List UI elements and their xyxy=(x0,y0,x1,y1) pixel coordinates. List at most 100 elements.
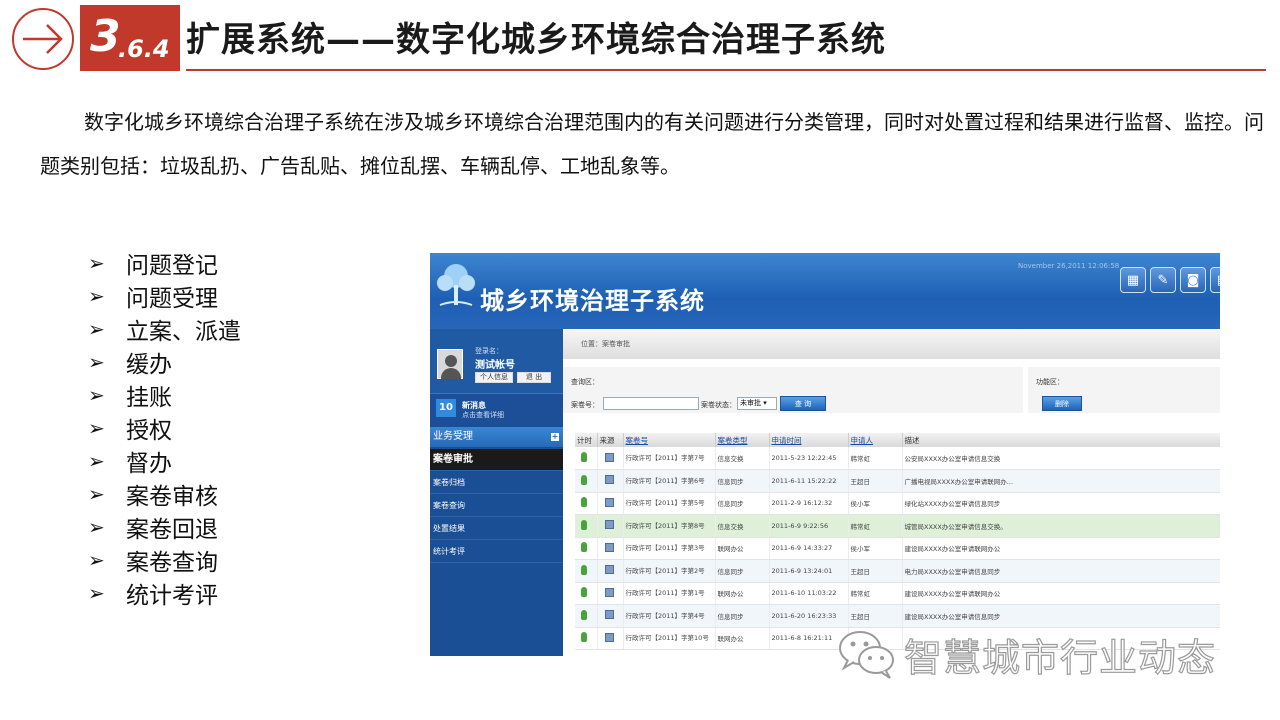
calculator-icon[interactable]: ▦ xyxy=(1120,267,1146,293)
feature-item: ➢ 督办 xyxy=(88,444,241,477)
feature-label: 问题登记 xyxy=(126,252,218,279)
table-header-row: 计时 来源 案卷号 案卷类型 申请时间 申请人 描述 xyxy=(575,433,1220,447)
feature-label: 授权 xyxy=(126,417,172,444)
search-panel: 查询区： 案卷号： 案卷状态： 未审批 ▾ 查 询 xyxy=(563,367,1023,413)
feature-label: 挂账 xyxy=(126,384,172,411)
logout-button[interactable]: 退 出 xyxy=(517,372,551,383)
feature-list: ➢ 问题登记 ➢ 问题受理 ➢ 立案、派遣 ➢ 缓办 ➢ 挂账 ➢ 授权 ➢ 督办 ➢ 案卷审核… xyxy=(88,246,241,609)
applicant-cell: 侯小军 xyxy=(848,537,903,560)
notepad-icon[interactable]: ✎ xyxy=(1150,267,1176,293)
column-header-description: 描述 xyxy=(902,433,1220,447)
apply-time-cell: 2011-6-9 9:22:56 xyxy=(769,514,849,538)
case-number-label: 案卷号： xyxy=(571,401,599,409)
app-sidebar: 登录名： 测试帐号 个人信息 退 出 10 新消息 点击查看详细 业务受理 + … xyxy=(430,329,571,656)
feature-item: ➢ 案卷审核 xyxy=(88,477,241,510)
arrow-icon xyxy=(12,8,74,70)
case-type-cell: 信息同步 xyxy=(715,492,770,515)
apply-time-cell: 2011-6-9 14:33:27 xyxy=(769,537,849,560)
section-major: 3 xyxy=(90,11,121,62)
table-row[interactable]: 行政许可【2011】字第4号 信息同步 2011-6-20 16:23:33 王… xyxy=(575,604,1220,628)
case-status-select[interactable]: 未审批 ▾ xyxy=(737,397,777,410)
case-status-label: 案卷状态： xyxy=(701,401,736,409)
table-row[interactable]: 行政许可【2011】字第3号 联网办公 2011-6-9 14:33:27 侯小… xyxy=(575,537,1220,560)
column-header-apply-time[interactable]: 申请时间 xyxy=(769,433,849,447)
chevron-right-icon: ➢ xyxy=(88,382,105,407)
column-header-applicant[interactable]: 申请人 xyxy=(848,433,903,447)
case-number-cell: 行政许可【2011】字第7号 xyxy=(623,447,716,470)
camera-icon[interactable]: ◙ xyxy=(1180,267,1206,293)
sidebar-item-case-query[interactable]: 案卷查询 xyxy=(430,495,563,517)
app-toolbar: ▦ ✎ ◙ ▤ xyxy=(1120,267,1220,293)
watermark-text: 智慧城市行业动态 xyxy=(903,635,1217,680)
case-number-cell: 行政许可【2011】字第2号 xyxy=(623,559,716,583)
document-icon xyxy=(604,520,614,530)
app-screenshot: 城乡环境治理子系统 November 26,2011 12:06:58 ▦ ✎ … xyxy=(430,253,1220,656)
sidebar-section-header[interactable]: 业务受理 + xyxy=(430,427,563,447)
chevron-right-icon: ➢ xyxy=(88,316,105,341)
feature-label: 案卷查询 xyxy=(126,549,218,576)
applicant-cell: 韩常虹 xyxy=(848,514,903,538)
sidebar-section-label: 业务受理 xyxy=(433,431,473,442)
document-icon xyxy=(604,587,614,597)
case-type-cell: 联网办公 xyxy=(715,537,770,560)
table-row[interactable]: 行政许可【2011】字第7号 信息交换 2011-5-23 12:22:45 韩… xyxy=(575,447,1220,470)
case-number-cell: 行政许可【2011】字第4号 xyxy=(623,604,716,628)
feature-item: ➢ 统计考评 xyxy=(88,576,241,609)
feature-item: ➢ 挂账 xyxy=(88,378,241,411)
plus-icon[interactable]: + xyxy=(551,433,559,441)
delete-button[interactable]: 删除 xyxy=(1042,396,1082,411)
app-title: 城乡环境治理子系统 xyxy=(480,287,705,315)
more-icon[interactable]: ▤ xyxy=(1210,267,1220,293)
description-cell: 电力局XXXX办公室申请信息同步 xyxy=(902,559,1220,583)
wechat-icon xyxy=(836,626,900,682)
table-row[interactable]: 行政许可【2011】字第1号 联网办公 2011-6-10 11:03:22 韩… xyxy=(575,582,1220,605)
case-number-input[interactable] xyxy=(603,397,699,410)
table-row[interactable]: 行政许可【2011】字第5号 信息同步 2011-2-9 16:12:32 侯小… xyxy=(575,492,1220,515)
watermark: 智慧城市行业动态 xyxy=(836,626,1216,682)
sidebar-item-case-archive[interactable]: 案卷归档 xyxy=(430,472,563,494)
slide-title: 扩展系统——数字化城乡环境综合治理子系统 xyxy=(186,20,886,60)
case-status-value: 未审批 xyxy=(740,399,761,407)
bulb-icon xyxy=(581,609,587,620)
column-header-case-number[interactable]: 案卷号 xyxy=(623,433,716,447)
document-icon xyxy=(604,610,614,620)
feature-label: 问题受理 xyxy=(126,285,218,312)
search-panel-title: 查询区： xyxy=(571,378,599,386)
table-row[interactable]: 行政许可【2011】字第2号 信息同步 2011-6-9 13:24:01 王超… xyxy=(575,559,1220,583)
feature-label: 督办 xyxy=(126,450,172,477)
case-number-cell: 行政许可【2011】字第5号 xyxy=(623,492,716,515)
description-cell: 广播电视局XXXX办公室申请联网办... xyxy=(902,469,1220,493)
sidebar-item-case-approval[interactable]: 案卷审批 xyxy=(430,449,571,471)
function-panel: 功能区： 删除 xyxy=(1028,367,1220,413)
bulb-icon xyxy=(581,519,587,530)
case-number-cell: 行政许可【2011】字第3号 xyxy=(623,537,716,560)
table-row[interactable]: 行政许可【2011】字第6号 信息同步 2011-6-11 15:22:22 王… xyxy=(575,469,1220,493)
table-row[interactable]: 行政许可【2011】字第8号 信息交换 2011-6-9 9:22:56 韩常虹… xyxy=(575,514,1220,538)
sidebar-item-statistics[interactable]: 统计考评 xyxy=(430,541,563,563)
document-icon xyxy=(604,475,614,485)
feature-label: 案卷审核 xyxy=(126,483,218,510)
breadcrumb: 位置：案卷审批 xyxy=(563,329,1220,359)
feature-label: 立案、派遣 xyxy=(126,318,241,345)
case-table: 计时 来源 案卷号 案卷类型 申请时间 申请人 描述 行政许可【2011】字第7… xyxy=(575,433,1220,650)
case-type-cell: 信息交换 xyxy=(715,447,770,470)
document-icon xyxy=(604,497,614,507)
bulb-icon xyxy=(581,587,587,598)
chevron-right-icon: ➢ xyxy=(88,448,105,473)
bulb-icon xyxy=(581,564,587,575)
user-label: 登录名： xyxy=(475,347,503,355)
case-number-cell: 行政许可【2011】字第8号 xyxy=(623,514,716,538)
sidebar-item-results[interactable]: 处置结果 xyxy=(430,518,563,540)
column-header-case-type[interactable]: 案卷类型 xyxy=(715,433,770,447)
case-type-cell: 信息交换 xyxy=(715,514,770,538)
document-icon xyxy=(604,565,614,575)
chevron-right-icon: ➢ xyxy=(88,514,105,539)
message-notice[interactable]: 10 新消息 点击查看详细 xyxy=(430,393,563,423)
case-type-cell: 信息同步 xyxy=(715,604,770,628)
description-cell: 建设局XXXX办公室申请联网办公 xyxy=(902,537,1220,560)
description-cell: 城管局XXXX办公室申请信息交换。 xyxy=(902,514,1220,538)
bulb-icon xyxy=(581,497,587,508)
avatar xyxy=(437,349,463,379)
profile-button[interactable]: 个人信息 xyxy=(475,372,513,383)
query-button[interactable]: 查 询 xyxy=(780,396,826,411)
